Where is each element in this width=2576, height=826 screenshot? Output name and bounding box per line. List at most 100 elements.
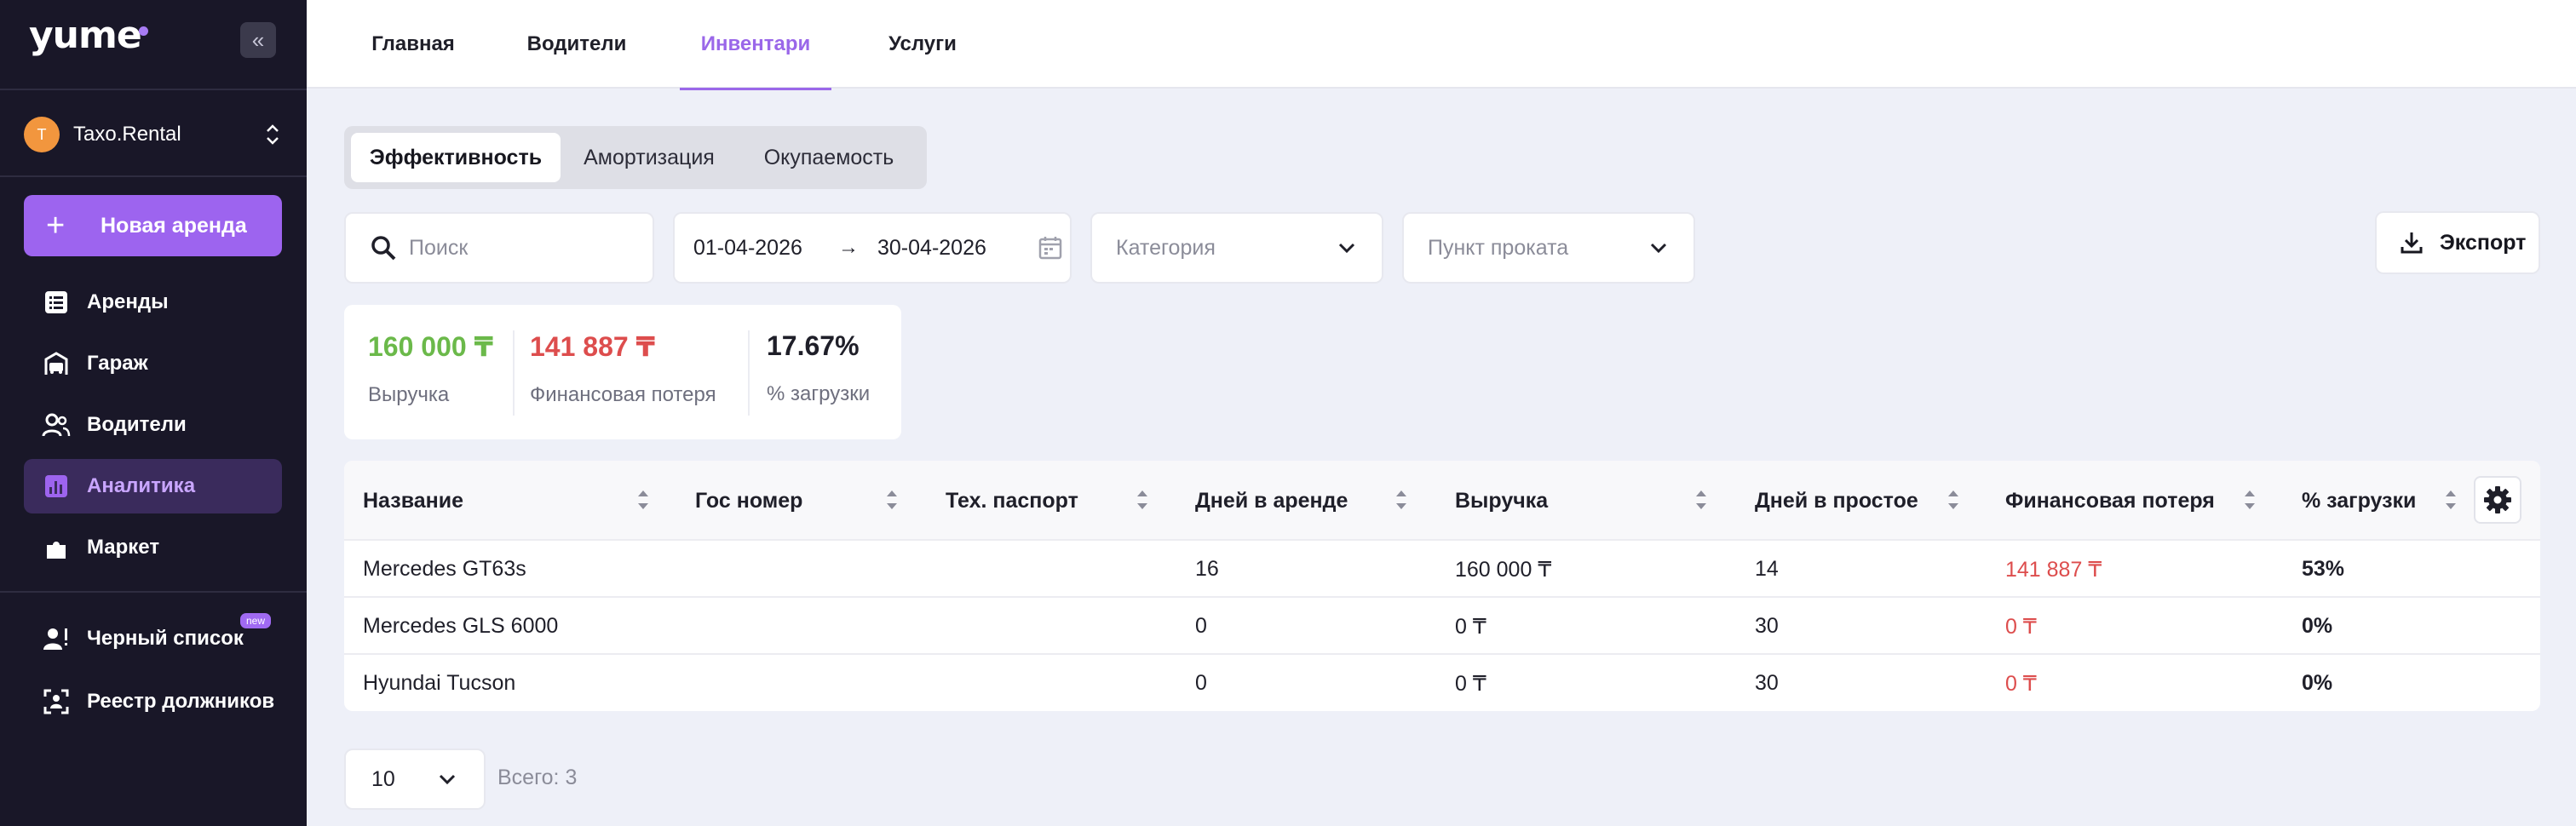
- sidebar-divider: [0, 591, 307, 593]
- cell-financial-loss: 0 ₸: [2005, 614, 2037, 639]
- column-header-plate[interactable]: Гос номер: [695, 461, 802, 541]
- column-header-rental-days[interactable]: Дней в аренде: [1195, 461, 1348, 541]
- cell-name: Mercedes GLS 6000: [363, 614, 559, 638]
- new-rental-button[interactable]: + Новая аренда: [24, 195, 282, 256]
- org-name: Taxo.Rental: [73, 123, 181, 146]
- sort-icon[interactable]: [1394, 483, 1409, 517]
- list-icon: [41, 287, 72, 318]
- stat-load: 17.67% % загрузки: [767, 330, 870, 406]
- date-range-picker[interactable]: 01-04-2026 → 30-04-2026: [673, 212, 1072, 284]
- cell-financial-loss: 0 ₸: [2005, 671, 2037, 696]
- search-box: [344, 212, 654, 284]
- users-icon: [41, 410, 72, 440]
- stat-loss-value: 141 887 ₸: [530, 331, 655, 362]
- gear-icon: [2484, 486, 2511, 513]
- stat-loss: 141 887 ₸ Финансовая потеря: [530, 330, 716, 407]
- total-count: Всего: 3: [497, 766, 578, 789]
- cell-rental-days: 0: [1195, 671, 1207, 695]
- table-row[interactable]: Hyundai Tucson 0 0 ₸ 30 0 ₸ 0%: [344, 655, 2540, 711]
- summary-card: 160 000 ₸ Выручка 141 887 ₸ Финансовая п…: [344, 305, 901, 439]
- date-to[interactable]: 30-04-2026: [877, 236, 1027, 261]
- tab-services[interactable]: Услуги: [860, 0, 985, 89]
- chevron-up-down-icon: [262, 119, 283, 150]
- org-switcher[interactable]: T Taxo.Rental: [24, 116, 283, 153]
- sidebar-item-analytics[interactable]: Аналитика: [24, 459, 282, 513]
- tab-home[interactable]: Главная: [351, 0, 475, 89]
- cell-name: Hyundai Tucson: [363, 671, 516, 695]
- user-alert-icon: [41, 623, 72, 654]
- download-icon: [2401, 232, 2423, 254]
- sort-icon[interactable]: [635, 483, 651, 517]
- table-settings-button[interactable]: [2474, 476, 2521, 524]
- cell-revenue: 0 ₸: [1455, 614, 1486, 639]
- category-select[interactable]: Категория: [1090, 212, 1383, 284]
- inventory-table: Название Гос номер Тех. паспорт Дней в а…: [344, 461, 2540, 711]
- column-header-revenue[interactable]: Выручка: [1455, 461, 1548, 541]
- sidebar-item-market[interactable]: Маркет: [24, 520, 282, 575]
- sort-icon[interactable]: [2443, 483, 2458, 517]
- sort-icon[interactable]: [1693, 483, 1709, 517]
- cell-revenue: 0 ₸: [1455, 671, 1486, 696]
- stat-revenue-value: 160 000 ₸: [368, 331, 493, 362]
- column-header-tech-passport[interactable]: Тех. паспорт: [946, 461, 1078, 541]
- segment-payback[interactable]: Окупаемость: [738, 133, 920, 182]
- chevron-down-icon: [439, 774, 456, 785]
- double-chevron-left-icon: «: [251, 26, 265, 53]
- chevron-down-icon: [1338, 243, 1355, 254]
- column-header-idle-days[interactable]: Дней в простое: [1755, 461, 1918, 541]
- sidebar-divider: [0, 89, 307, 90]
- chevron-down-icon: [1650, 243, 1667, 254]
- plus-icon: +: [46, 208, 66, 244]
- stat-load-label: % загрузки: [767, 382, 871, 405]
- sidebar-item-blacklist[interactable]: Черный список new: [24, 611, 282, 666]
- table-row[interactable]: Mercedes GLS 6000 0 0 ₸ 30 0 ₸ 0%: [344, 598, 2540, 655]
- org-avatar: T: [24, 117, 60, 152]
- column-header-load[interactable]: % загрузки: [2302, 461, 2416, 541]
- sidebar-item-garage[interactable]: Гараж: [24, 336, 282, 391]
- segment-depreciation[interactable]: Амортизация: [566, 133, 733, 182]
- sort-icon[interactable]: [1946, 483, 1961, 517]
- table-header: Название Гос номер Тех. паспорт Дней в а…: [344, 461, 2540, 541]
- tab-inventory[interactable]: Инвентари: [680, 0, 831, 90]
- puzzle-icon: [41, 532, 72, 563]
- page-size-select[interactable]: 10: [344, 749, 486, 810]
- stat-revenue: 160 000 ₸ Выручка: [368, 330, 493, 407]
- cell-idle-days: 30: [1755, 614, 1779, 638]
- sort-icon[interactable]: [884, 483, 900, 517]
- new-badge: new: [240, 613, 272, 628]
- logo-dot-icon: [139, 26, 148, 36]
- cell-load: 0%: [2302, 671, 2333, 695]
- search-icon: [371, 236, 396, 261]
- stat-divider: [513, 330, 515, 416]
- date-from[interactable]: 01-04-2026: [693, 236, 838, 261]
- cell-load: 53%: [2302, 557, 2345, 581]
- cell-revenue: 160 000 ₸: [1455, 557, 1552, 582]
- chart-icon: [41, 471, 72, 502]
- cell-name: Mercedes GT63s: [363, 557, 526, 581]
- sort-icon[interactable]: [1135, 483, 1150, 517]
- table-row[interactable]: Mercedes GT63s 16 160 000 ₸ 14 141 887 ₸…: [344, 541, 2540, 598]
- search-input[interactable]: [409, 235, 630, 261]
- cell-rental-days: 0: [1195, 614, 1207, 638]
- cell-idle-days: 30: [1755, 671, 1779, 695]
- calendar-icon[interactable]: [1038, 235, 1063, 261]
- stat-revenue-label: Выручка: [368, 383, 450, 406]
- column-header-name[interactable]: Название: [363, 461, 463, 541]
- car-icon: [41, 348, 72, 379]
- user-scan-icon: [41, 686, 72, 717]
- collapse-sidebar-button[interactable]: «: [240, 22, 276, 58]
- stat-loss-label: Финансовая потеря: [530, 383, 716, 406]
- tab-drivers[interactable]: Водители: [508, 0, 646, 89]
- sidebar-item-drivers[interactable]: Водители: [24, 398, 282, 452]
- rental-point-select[interactable]: Пункт проката: [1402, 212, 1695, 284]
- cell-idle-days: 14: [1755, 557, 1779, 581]
- column-header-financial-loss[interactable]: Финансовая потеря: [2005, 461, 2215, 541]
- sidebar-divider: [0, 175, 307, 177]
- segment-efficiency[interactable]: Эффективность: [351, 133, 561, 182]
- export-button[interactable]: Экспорт: [2375, 211, 2540, 274]
- brand-logo[interactable]: yume: [29, 14, 142, 57]
- sort-icon[interactable]: [2242, 483, 2257, 517]
- sidebar-item-rentals[interactable]: Аренды: [24, 275, 282, 330]
- sidebar-item-debtors-registry[interactable]: Реестр должников: [24, 674, 282, 729]
- cell-rental-days: 16: [1195, 557, 1219, 581]
